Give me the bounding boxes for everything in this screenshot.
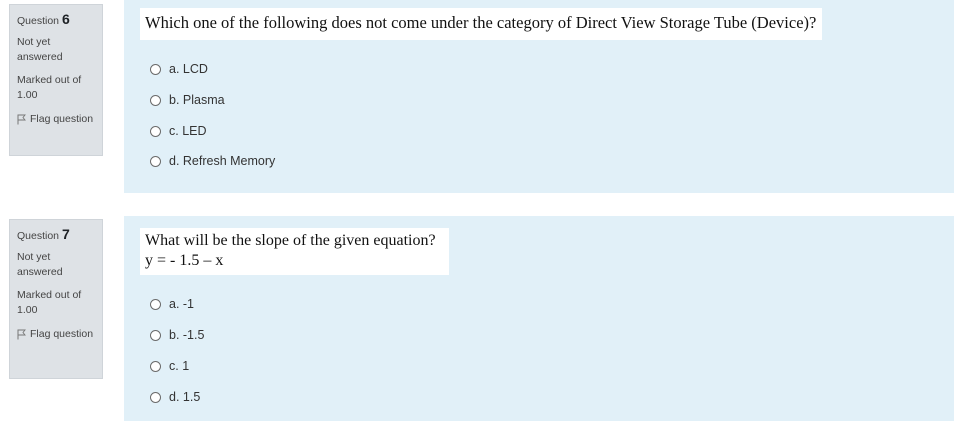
flag-question-label: Flag question	[30, 113, 94, 125]
radio-button[interactable]	[150, 391, 161, 403]
radio-button[interactable]	[150, 155, 161, 167]
radio-button[interactable]	[150, 63, 161, 75]
answer-label: d. 1.5	[169, 390, 201, 404]
flag-icon	[17, 329, 26, 339]
answer-label: b. -1.5	[169, 328, 205, 342]
answer-option-c[interactable]: c. 1	[150, 359, 189, 373]
question-state: Not yet answered	[17, 36, 63, 63]
answer-option-b[interactable]: b. Plasma	[150, 93, 225, 107]
question-label: Question	[17, 230, 60, 242]
question-label: Question	[17, 15, 60, 27]
radio-button[interactable]	[150, 125, 161, 137]
question-info-6: Question 6 Not yet answered Marked out o…	[9, 4, 103, 156]
question-grade: Marked out of 1.00	[17, 289, 82, 316]
answer-label: a. -1	[169, 297, 195, 311]
question-number-value: 7	[61, 226, 70, 242]
question-number: Question 7	[17, 226, 96, 244]
flag-question-button[interactable]: Flag question	[17, 327, 96, 341]
question-text: What will be the slope of the given equa…	[140, 228, 449, 275]
answer-option-a[interactable]: a. LCD	[150, 62, 208, 76]
answer-label: b. Plasma	[169, 93, 225, 107]
radio-button[interactable]	[150, 360, 161, 372]
radio-button[interactable]	[150, 94, 161, 106]
question-content-7: What will be the slope of the given equa…	[124, 216, 954, 421]
answer-label: c. 1	[169, 359, 190, 373]
question-info-7: Question 7 Not yet answered Marked out o…	[9, 219, 103, 379]
answer-option-a[interactable]: a. -1	[150, 297, 194, 311]
question-text-line: What will be the slope of the given equa…	[145, 232, 436, 249]
question-number-value: 6	[61, 11, 70, 27]
question-text-line: Which one of the following does not come…	[145, 13, 817, 32]
flag-question-label: Flag question	[30, 328, 94, 340]
answer-label: a. LCD	[169, 62, 208, 76]
flag-icon	[17, 114, 26, 124]
question-content-6: Which one of the following does not come…	[124, 0, 954, 193]
answer-option-d[interactable]: d. Refresh Memory	[150, 154, 275, 168]
answer-label: c. LED	[169, 124, 207, 138]
answer-option-c[interactable]: c. LED	[150, 124, 207, 138]
question-number: Question 6	[17, 11, 96, 29]
question-grade: Marked out of 1.00	[17, 74, 82, 101]
answer-option-d[interactable]: d. 1.5	[150, 390, 200, 404]
question-text: Which one of the following does not come…	[140, 8, 823, 40]
equation-line: y = - 1.5 – x	[145, 252, 224, 269]
answer-label: d. Refresh Memory	[169, 154, 276, 168]
radio-button[interactable]	[150, 298, 161, 310]
radio-button[interactable]	[150, 329, 161, 341]
question-state: Not yet answered	[17, 251, 63, 278]
answer-option-b[interactable]: b. -1.5	[150, 328, 204, 342]
flag-question-button[interactable]: Flag question	[17, 112, 96, 126]
